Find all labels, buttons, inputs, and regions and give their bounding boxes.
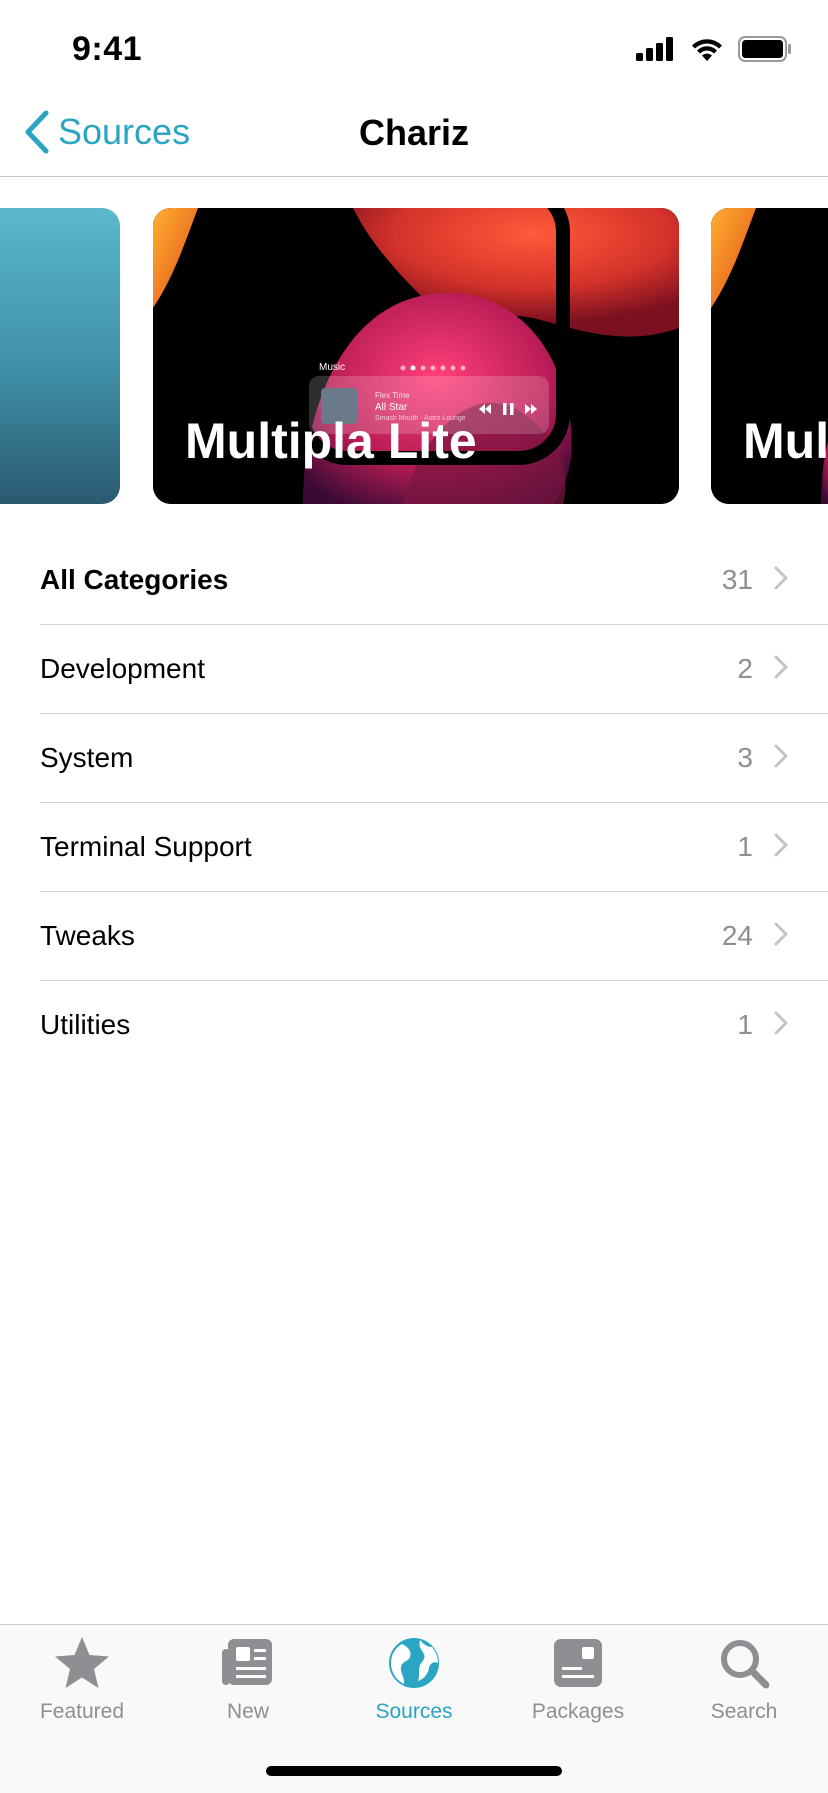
chevron-right-icon: [774, 566, 788, 590]
battery-icon: [738, 36, 791, 62]
category-count: 24: [721, 920, 753, 951]
category-label: Utilities: [40, 1009, 131, 1040]
magnifier-icon: [721, 1640, 770, 1689]
cellular-signal-icon: [636, 37, 673, 61]
tab-label: Sources: [375, 1700, 453, 1723]
status-bar: 9:41: [0, 0, 828, 100]
category-count: 3: [737, 742, 753, 773]
wifi-icon: [692, 39, 722, 61]
star-icon: [55, 1637, 109, 1688]
category-count: 1: [737, 1009, 753, 1040]
featured-card-title: Mult: [743, 413, 828, 469]
tab-label: Packages: [531, 1700, 625, 1723]
tab-label: New: [226, 1700, 269, 1723]
category-row-utilities[interactable]: Utilities 1: [40, 981, 828, 1069]
tab-packages[interactable]: Packages: [498, 1635, 658, 1724]
featured-card-title: Multipla Lite: [185, 413, 477, 469]
tab-search[interactable]: Search: [664, 1635, 824, 1724]
navigation-bar: Sources Chariz: [0, 100, 828, 177]
music-widget-app: Music: [319, 362, 346, 373]
tab-new[interactable]: New: [168, 1635, 328, 1724]
category-label: Tweaks: [40, 920, 135, 951]
tab-label: Featured: [39, 1700, 125, 1723]
category-row-system[interactable]: System 3: [40, 714, 828, 803]
chevron-right-icon: [774, 1011, 788, 1035]
tab-label: Search: [710, 1700, 778, 1723]
status-time: 9:41: [72, 30, 143, 68]
featured-card-next[interactable]: Mult: [711, 208, 828, 504]
tab-sources[interactable]: Sources: [334, 1635, 494, 1724]
category-count: 1: [737, 831, 753, 862]
category-count: 31: [721, 564, 753, 595]
category-label: Development: [40, 653, 205, 684]
home-indicator[interactable]: [266, 1766, 562, 1776]
globe-icon: [389, 1638, 439, 1688]
featured-carousel[interactable]: Music Flex Time All Star Smash Mouth · A…: [0, 208, 828, 504]
chevron-right-icon: [774, 744, 788, 768]
category-label: All Categories: [40, 564, 229, 595]
music-widget-album: Flex Time: [375, 391, 410, 400]
category-row-all[interactable]: All Categories 31: [40, 536, 828, 625]
chevron-right-icon: [774, 922, 788, 946]
page-title: Chariz: [358, 112, 470, 153]
category-label: Terminal Support: [40, 831, 252, 862]
category-list: All Categories 31 Development 2 System 3…: [0, 536, 828, 1069]
tab-featured[interactable]: Featured: [2, 1635, 162, 1724]
chevron-right-icon: [774, 655, 788, 679]
category-row-terminal-support[interactable]: Terminal Support 1: [40, 803, 828, 892]
featured-card-previous[interactable]: [0, 208, 120, 504]
category-row-development[interactable]: Development 2: [40, 625, 828, 714]
category-row-tweaks[interactable]: Tweaks 24: [40, 892, 828, 981]
category-label: System: [40, 742, 134, 773]
package-icon: [554, 1639, 602, 1687]
chevron-right-icon: [774, 833, 788, 857]
category-count: 2: [737, 653, 753, 684]
featured-card-multipla-lite[interactable]: Music Flex Time All Star Smash Mouth · A…: [153, 208, 679, 504]
newspaper-icon: [222, 1639, 272, 1685]
